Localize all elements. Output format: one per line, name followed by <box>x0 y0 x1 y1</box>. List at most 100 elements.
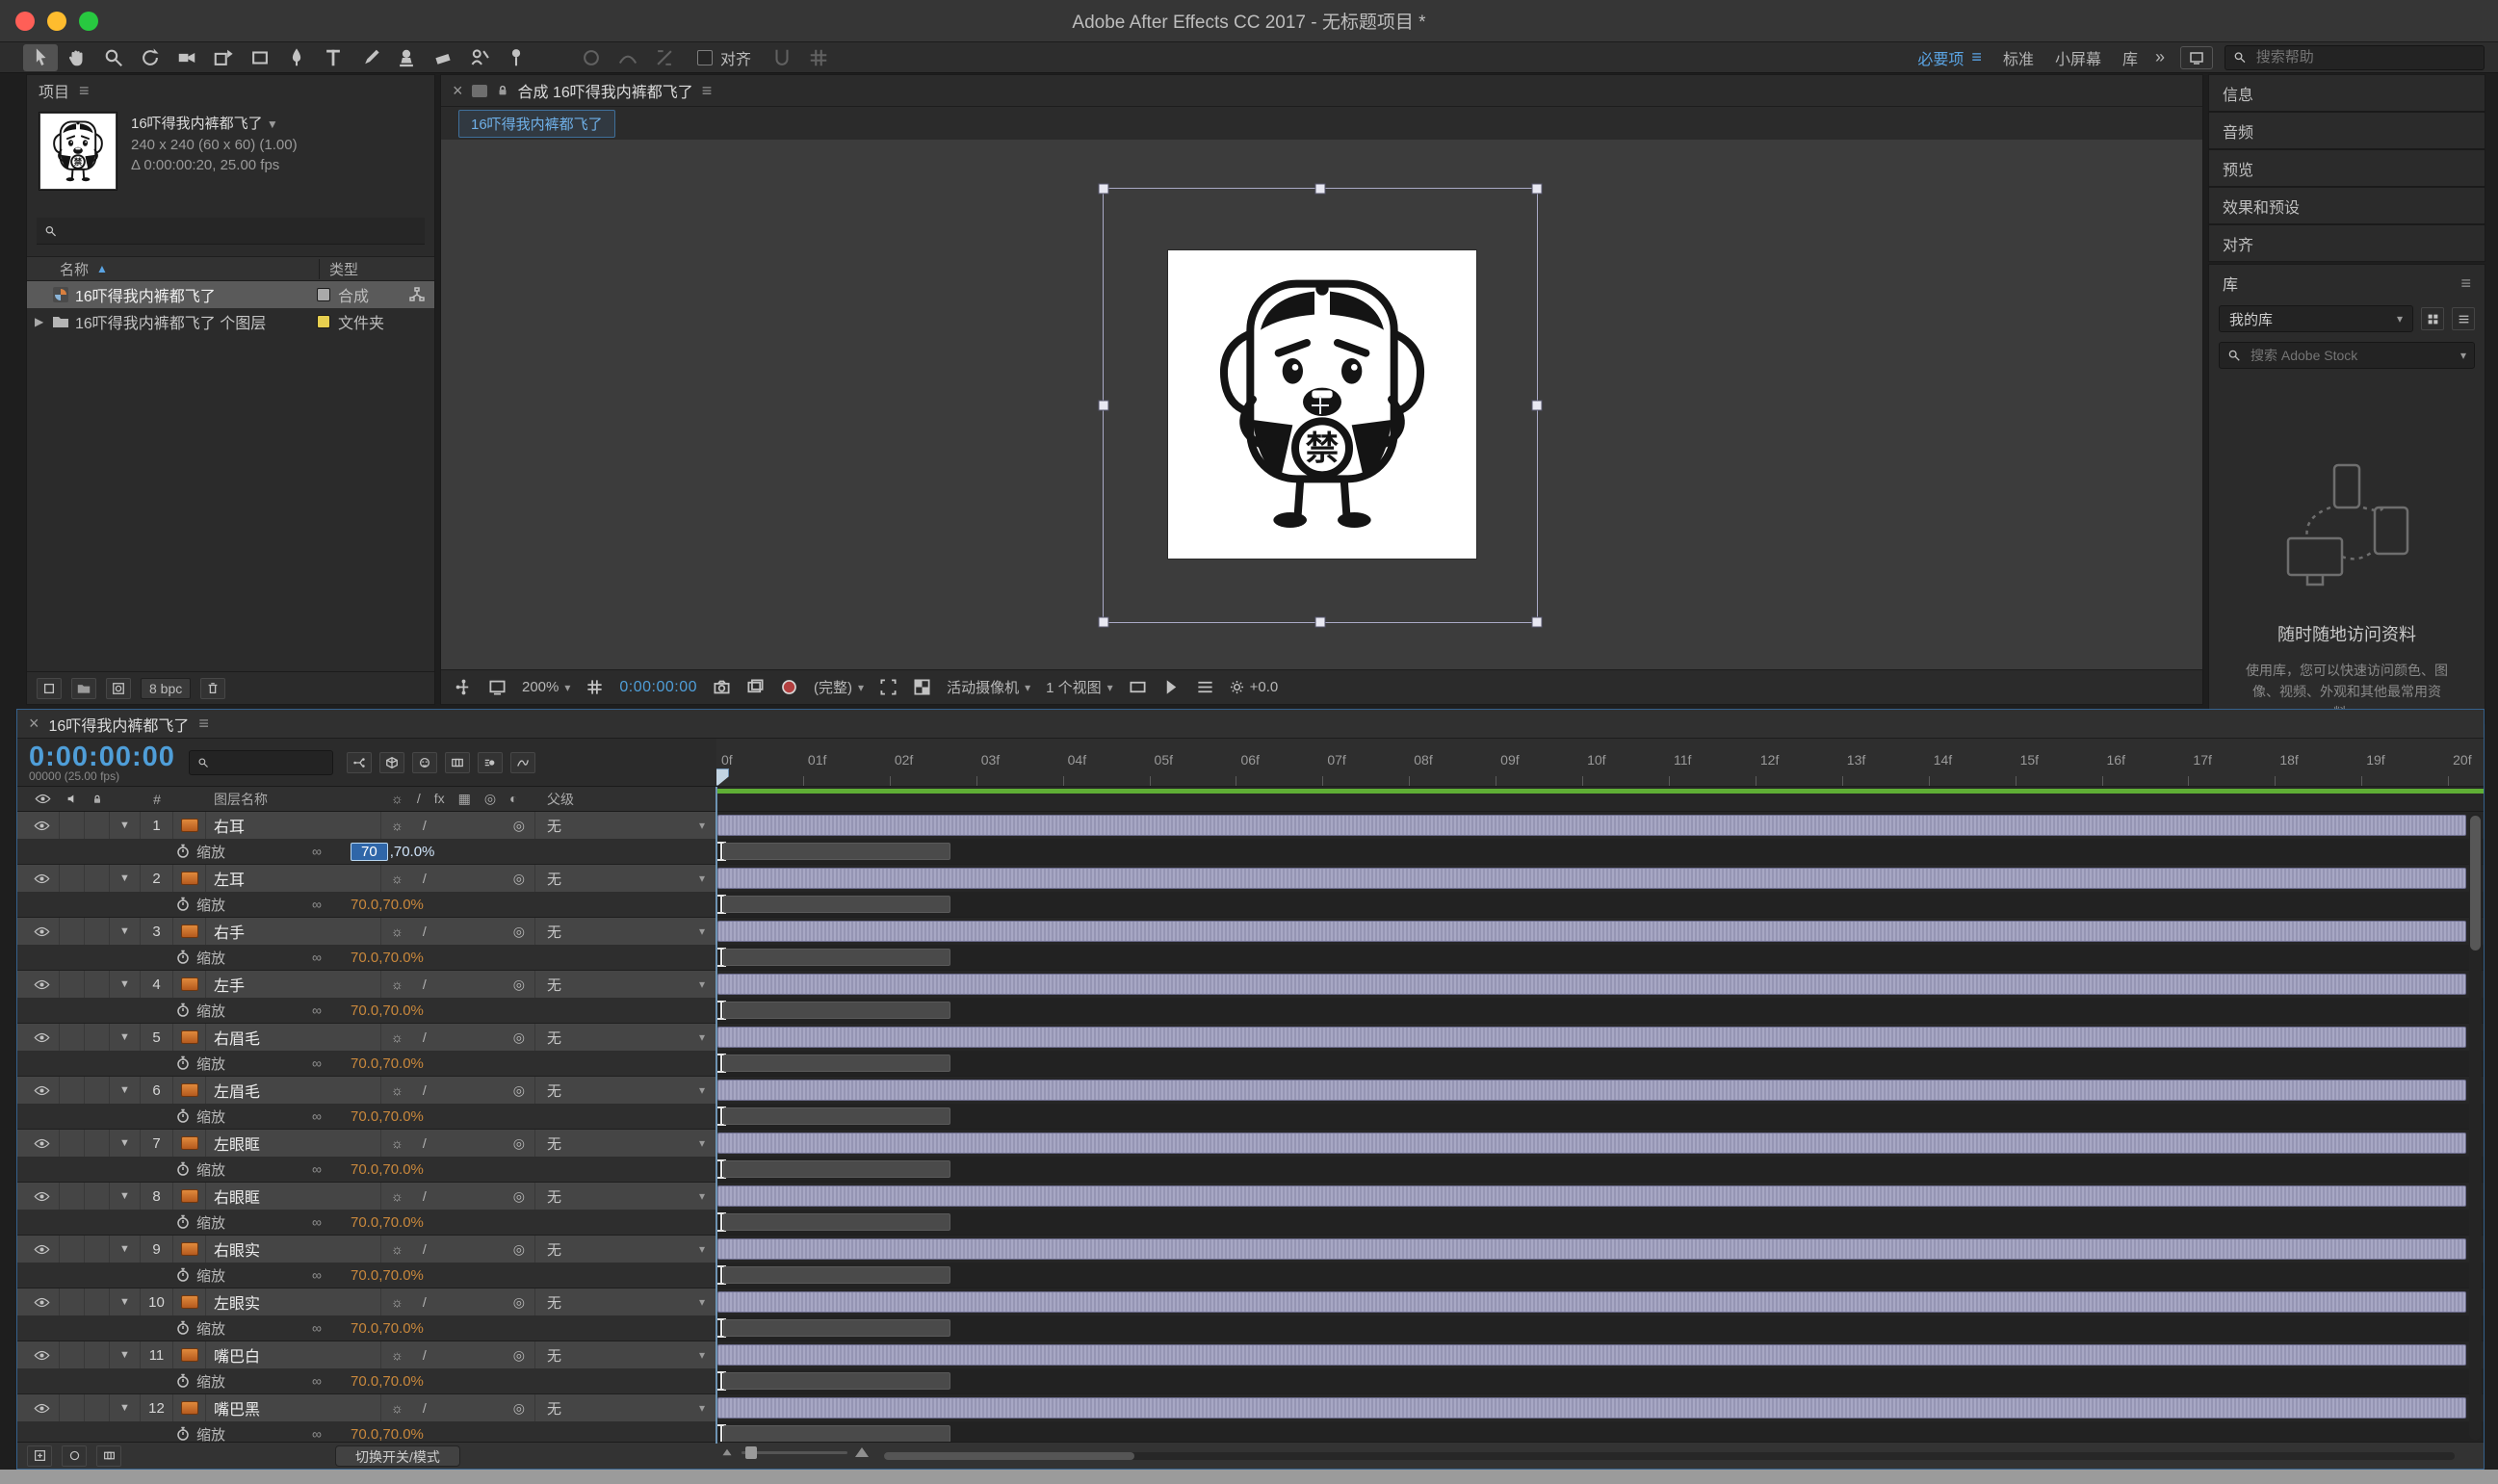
selection-tool[interactable] <box>23 44 58 71</box>
layer-row[interactable]: ▼ 12 嘴巴黑 ☼ / ◎ 无 ▾ <box>17 1394 2484 1421</box>
grid-guides-icon[interactable] <box>585 678 604 696</box>
close-tab-icon[interactable]: × <box>29 714 39 734</box>
stopwatch-icon[interactable] <box>169 1002 196 1018</box>
timeline-tab-label[interactable]: 16吓得我内裤都飞了 <box>49 713 190 736</box>
layer-track[interactable] <box>716 812 2484 839</box>
selection-handle[interactable] <box>1532 617 1543 628</box>
scale-property-row[interactable]: 缩放 ∞ 70.0,70.0% 70 ,70.0% <box>17 1263 2484 1288</box>
layer-twirl-icon[interactable]: ▼ <box>110 1077 141 1104</box>
expression-segment[interactable] <box>723 1160 950 1178</box>
selection-handle[interactable] <box>1315 184 1326 195</box>
comp-timecode[interactable]: 0:00:00:00 <box>619 679 697 696</box>
layer-twirl-icon[interactable]: ▼ <box>110 1183 141 1210</box>
expression-segment[interactable] <box>723 1002 950 1019</box>
layer-duration-bar[interactable] <box>717 1291 2466 1313</box>
stopwatch-icon[interactable] <box>169 1426 196 1442</box>
type-column-header[interactable]: 类型 <box>329 259 358 279</box>
project-row[interactable]: ▶ 16吓得我内裤都飞了 个图层 文件夹 <box>27 308 434 335</box>
close-tab-icon[interactable]: × <box>453 81 463 101</box>
scale-property-label[interactable]: 缩放 <box>196 895 312 915</box>
audio-column-icon[interactable] <box>60 793 85 805</box>
layer-name[interactable]: 右眉毛 <box>206 1024 381 1051</box>
library-select-dropdown[interactable]: 我的库▾ <box>2219 305 2413 332</box>
layer-audio-toggle[interactable] <box>60 1183 85 1210</box>
layer-audio-toggle[interactable] <box>60 1077 85 1104</box>
expression-segment[interactable] <box>723 1213 950 1231</box>
libraries-title[interactable]: 库 <box>2223 272 2238 295</box>
dimension-link-icon[interactable]: ∞ <box>312 897 351 912</box>
shy-footer-icon[interactable] <box>62 1445 87 1467</box>
scale-property-label[interactable]: 缩放 <box>196 1424 312 1443</box>
layer-audio-toggle[interactable] <box>60 812 85 839</box>
magnification-dropdown[interactable]: 200%▾ <box>522 679 570 695</box>
parent-dropdown[interactable]: 无 ▾ <box>535 1236 716 1263</box>
workspace-item[interactable]: 库≡ <box>2122 46 2138 69</box>
workspace-menu-icon[interactable]: ≡ <box>1971 47 1982 67</box>
property-track[interactable] <box>716 998 2484 1023</box>
layer-row[interactable]: ▼ 10 左眼实 ☼ / ◎ 无 ▾ <box>17 1289 2484 1315</box>
scale-property-row[interactable]: 缩放 ∞ 70.0,70.0% 70 ,70.0% <box>17 945 2484 970</box>
dimension-link-icon[interactable]: ∞ <box>312 1320 351 1336</box>
scale-property-row[interactable]: 缩放 ∞ 70.0,70.0% 70 ,70.0% <box>17 1210 2484 1235</box>
layer-lock-toggle[interactable] <box>85 1341 110 1368</box>
dimension-link-icon[interactable]: ∞ <box>312 844 351 859</box>
project-color-depth[interactable]: 8 bpc <box>141 678 191 699</box>
layer-audio-toggle[interactable] <box>60 971 85 998</box>
layer-track[interactable] <box>716 1236 2484 1263</box>
layer-switches[interactable]: ☼ / ◎ <box>381 918 535 945</box>
timeline-button-icon[interactable] <box>1196 678 1214 696</box>
mini-flowchart-icon[interactable] <box>455 678 473 696</box>
resolution-dropdown[interactable]: (完整)▾ <box>814 677 864 697</box>
folder-expand-icon[interactable]: ▶ <box>35 315 52 328</box>
parent-dropdown[interactable]: 无 ▾ <box>535 1024 716 1051</box>
property-track[interactable] <box>716 1104 2484 1129</box>
workspace-overflow-icon[interactable]: » <box>2155 47 2165 67</box>
property-track[interactable] <box>716 839 2484 864</box>
scale-property-label[interactable]: 缩放 <box>196 1265 312 1286</box>
screen-mode-icon[interactable] <box>488 678 507 696</box>
panel-menu-icon[interactable]: ≡ <box>198 714 209 734</box>
layer-row[interactable]: ▼ 7 左眼眶 ☼ / ◎ 无 ▾ <box>17 1130 2484 1157</box>
timeline-zoom-slider[interactable] <box>742 1451 847 1454</box>
stopwatch-icon[interactable] <box>169 1373 196 1389</box>
layer-switches[interactable]: ☼ / ◎ <box>381 971 535 998</box>
workspace-item[interactable]: 必要项≡ <box>1917 46 1982 69</box>
scale-property-row[interactable]: 缩放 ∞ 70.0,70.0% 70 ,70.0% <box>17 839 2484 864</box>
scale-value-edit-input[interactable]: 70 <box>351 843 388 861</box>
layer-name[interactable]: 右眼实 <box>206 1236 381 1263</box>
stock-search-input[interactable] <box>2249 347 2453 364</box>
name-column-header[interactable]: 名称 <box>60 259 89 279</box>
panel-tab[interactable]: 对齐 <box>2208 224 2485 262</box>
layer-name[interactable]: 左眼实 <box>206 1289 381 1315</box>
layer-audio-toggle[interactable] <box>60 1289 85 1315</box>
layer-duration-bar[interactable] <box>717 1133 2466 1154</box>
workspace-item[interactable]: 小屏幕≡ <box>2055 46 2101 69</box>
layer-track[interactable] <box>716 1289 2484 1315</box>
layer-twirl-icon[interactable]: ▼ <box>110 918 141 945</box>
layer-track[interactable] <box>716 918 2484 945</box>
layer-switches[interactable]: ☼ / ◎ <box>381 1341 535 1368</box>
scale-property-row[interactable]: 缩放 ∞ 70.0,70.0% 70 ,70.0% <box>17 892 2484 917</box>
parent-dropdown[interactable]: 无 ▾ <box>535 1289 716 1315</box>
layer-duration-bar[interactable] <box>717 868 2466 889</box>
scale-property-row[interactable]: 缩放 ∞ 70.0,70.0% 70 ,70.0% <box>17 1368 2484 1393</box>
parent-column-header[interactable]: 父级 <box>535 790 716 809</box>
layer-name[interactable]: 嘴巴白 <box>206 1341 381 1368</box>
layer-row[interactable]: ▼ 8 右眼眶 ☼ / ◎ 无 ▾ <box>17 1183 2484 1210</box>
layer-visibility-toggle[interactable] <box>25 971 60 998</box>
panel-tab[interactable]: 信息 <box>2208 74 2485 112</box>
hide-shy-layers-icon[interactable] <box>412 752 437 773</box>
layer-twirl-icon[interactable]: ▼ <box>110 865 141 892</box>
scale-property-label[interactable]: 缩放 <box>196 1212 312 1233</box>
layer-duration-bar[interactable] <box>717 1080 2466 1101</box>
layer-audio-toggle[interactable] <box>60 865 85 892</box>
stopwatch-icon[interactable] <box>169 1108 196 1124</box>
layer-visibility-toggle[interactable] <box>25 1130 60 1157</box>
parent-dropdown[interactable]: 无 ▾ <box>535 1394 716 1421</box>
pen-tool[interactable] <box>279 44 314 71</box>
layer-twirl-icon[interactable]: ▼ <box>110 971 141 998</box>
parent-dropdown[interactable]: 无 ▾ <box>535 918 716 945</box>
scale-property-row[interactable]: 缩放 ∞ 70.0,70.0% 70 ,70.0% <box>17 1421 2484 1442</box>
brush-tool[interactable] <box>352 44 387 71</box>
layer-track[interactable] <box>716 971 2484 998</box>
